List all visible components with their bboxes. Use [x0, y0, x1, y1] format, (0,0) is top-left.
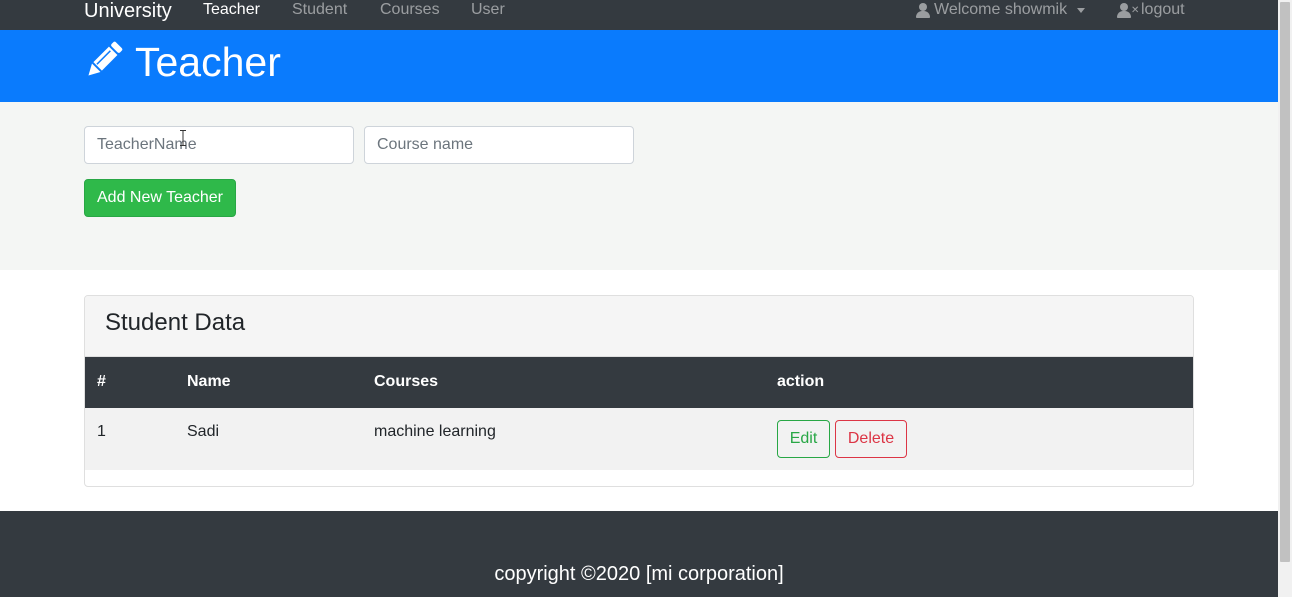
column-header-number: # — [97, 373, 106, 390]
table-header: # Name Courses action — [85, 357, 1193, 408]
page-header: Teacher — [0, 30, 1278, 102]
chevron-down-icon — [1077, 7, 1086, 13]
page-viewport: University Teacher Student Courses User … — [0, 0, 1278, 597]
delete-button[interactable]: Delete — [835, 420, 907, 458]
scrollbar-thumb[interactable] — [1280, 2, 1290, 562]
user-icon — [916, 2, 930, 18]
student-data-card: Student Data # Name Courses action 1 Sad… — [84, 295, 1194, 487]
column-header-action: action — [777, 373, 825, 390]
card-title: Student Data — [105, 309, 246, 336]
row-name: Sadi — [187, 423, 220, 440]
pencil-icon — [88, 41, 123, 76]
row-number: 1 — [97, 423, 106, 440]
nav-link-courses[interactable]: Courses — [380, 0, 440, 21]
page-title: Teacher — [135, 39, 281, 85]
logout-label: logout — [1141, 1, 1185, 18]
brand-link[interactable]: University — [84, 0, 172, 24]
user-times-icon: ✕ — [1117, 2, 1139, 18]
page-footer: copyright ©2020 [mi corporation] — [0, 511, 1278, 597]
vertical-scrollbar[interactable] — [1278, 0, 1292, 597]
edit-button[interactable]: Edit — [777, 420, 830, 458]
add-teacher-button[interactable]: Add New Teacher — [84, 179, 236, 217]
logout-link[interactable]: ✕ logout — [1117, 0, 1185, 21]
row-course: machine learning — [374, 423, 496, 440]
course-name-input[interactable] — [364, 126, 634, 164]
add-teacher-form: Add New Teacher — [0, 102, 1278, 270]
nav-link-user[interactable]: User — [471, 0, 505, 21]
column-header-name: Name — [187, 373, 231, 390]
teacher-name-input[interactable] — [84, 126, 354, 164]
top-navbar: University Teacher Student Courses User … — [0, 0, 1278, 30]
footer-copyright: copyright ©2020 [mi corporation] — [494, 563, 784, 585]
card-header: Student Data — [85, 296, 1193, 357]
table-row: 1 Sadi machine learning Edit Delete — [85, 408, 1193, 470]
column-header-courses: Courses — [374, 373, 439, 390]
welcome-text: Welcome showmik — [934, 1, 1068, 18]
nav-link-teacher[interactable]: Teacher — [203, 0, 260, 21]
user-dropdown[interactable]: Welcome showmik — [916, 0, 1086, 21]
text-cursor-icon — [180, 130, 186, 146]
nav-link-student[interactable]: Student — [292, 0, 347, 21]
